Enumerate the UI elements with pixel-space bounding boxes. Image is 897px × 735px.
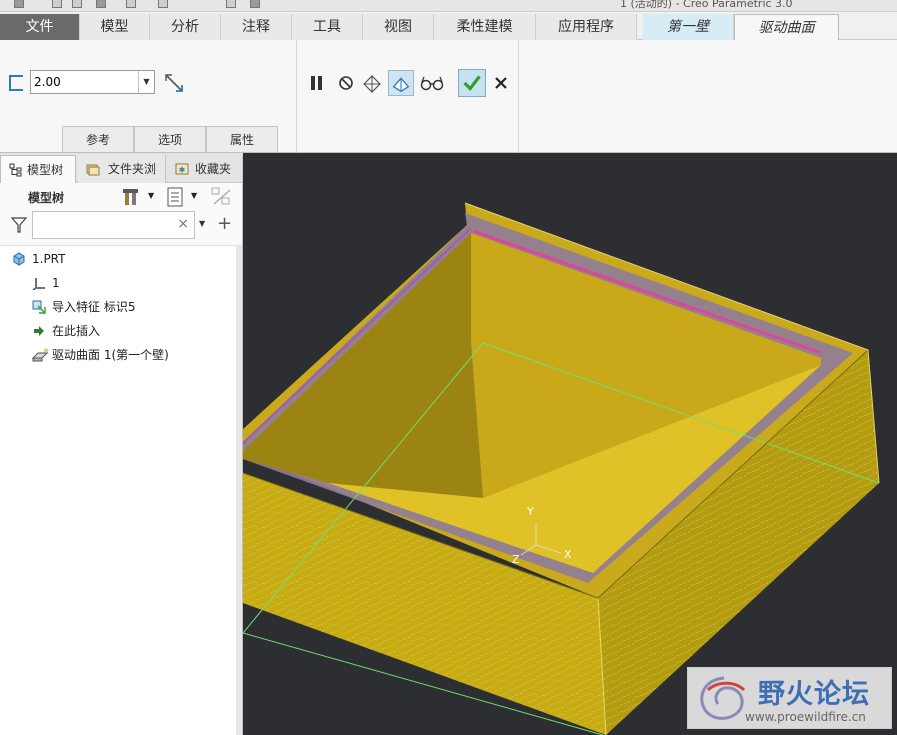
subtab-properties[interactable]: 属性 (206, 126, 278, 152)
part-icon (13, 252, 25, 266)
watermark-url: www.proewildfire.cn (745, 710, 866, 724)
show-dropdown-icon[interactable]: ▼ (191, 191, 197, 200)
tab-first-wall[interactable]: 第一壁 (643, 14, 734, 40)
tab-flexible-modeling[interactable]: 柔性建模 (434, 14, 536, 40)
tab-model-tree[interactable]: 模型树 (0, 155, 76, 183)
tab-drive-surface[interactable]: 驱动曲面 (734, 14, 839, 41)
tab-model-tree-label: 模型树 (27, 163, 64, 177)
regenerate-icon[interactable] (226, 0, 236, 8)
attach-preview-icon[interactable] (360, 72, 384, 94)
graphics-viewport[interactable]: Y X Z (243, 153, 897, 735)
tree-item-label: 导入特征 标识5 (52, 300, 136, 314)
favorites-icon: ✱ (175, 163, 189, 175)
tab-model[interactable]: 模型 (80, 14, 150, 40)
pause-icon[interactable] (305, 72, 329, 94)
watermark-title: 野火论坛 (758, 679, 870, 710)
redo-icon[interactable] (158, 0, 168, 8)
window-title: 1 (活动的) - Creo Parametric 3.0 (620, 0, 793, 10)
tree-item-label: 1.PRT (32, 252, 66, 266)
tree-search-box[interactable]: × (32, 211, 195, 239)
sheetmetal-box-model[interactable] (243, 153, 897, 735)
tree-search-input[interactable] (33, 212, 173, 238)
thickness-icon (9, 75, 23, 91)
tab-folder-browser-label: 文件夹浏 (108, 162, 157, 176)
subtab-references[interactable]: 参考 (62, 126, 134, 152)
verify-glasses-icon[interactable] (418, 72, 446, 94)
tree-item-label: 驱动曲面 1(第一个壁) (52, 348, 169, 362)
tab-annotate[interactable]: 注释 (221, 14, 292, 40)
ribbon-panel: ▼ (0, 40, 897, 153)
tab-analysis[interactable]: 分析 (150, 14, 221, 40)
tree-settings-tools-icon[interactable] (122, 186, 142, 208)
ribbon-separator (296, 40, 297, 153)
triad-y-label: Y (527, 505, 534, 518)
thickness-dropdown-icon[interactable]: ▼ (138, 71, 154, 93)
cancel-x-button[interactable] (490, 72, 512, 94)
insert-here-arrow-icon (34, 326, 44, 336)
triad-z-label: Z (512, 553, 520, 566)
open-file-icon[interactable] (72, 0, 82, 8)
inner-left-wall (243, 233, 483, 498)
new-file-icon[interactable] (52, 0, 62, 8)
undo-icon[interactable] (126, 0, 136, 8)
watermark-badge: 野火论坛 www.proewildfire.cn (687, 667, 892, 729)
tree-item-label: 在此插入 (52, 324, 101, 338)
tree-item-label: 1 (52, 276, 60, 290)
ribbon-separator (518, 40, 519, 153)
pin-tree-icon[interactable] (210, 186, 234, 208)
save-icon[interactable] (96, 0, 106, 8)
svg-text:✱: ✱ (179, 166, 186, 175)
ribbon-tabs: 文件 模型 分析 注释 工具 视图 柔性建模 应用程序 第一壁 驱动曲面 (0, 12, 897, 41)
tab-applications[interactable]: 应用程序 (536, 14, 637, 40)
feature-preview-icon[interactable] (388, 70, 414, 96)
thickness-input[interactable]: ▼ (30, 70, 155, 94)
filter-icon[interactable] (11, 216, 27, 234)
show-list-icon[interactable] (166, 186, 184, 208)
model-tree-icon (9, 163, 22, 177)
flip-direction-icon[interactable] (163, 72, 185, 94)
clear-search-icon[interactable]: × (177, 216, 189, 232)
model-tree: 1.PRT 1 导入特征 标识5 在此插入 ※ 驱动曲面 1(第一个壁) (0, 245, 238, 735)
drive-surface-icon: ※ (32, 348, 49, 362)
navigator-tabs: 模型树 文件夹浏 ✱ 收藏夹 (0, 153, 243, 183)
thickness-value-field[interactable] (31, 71, 139, 93)
add-filter-icon[interactable]: + (217, 213, 232, 234)
model-tree-header: 模型树 (28, 191, 65, 205)
import-feature-icon (32, 300, 46, 314)
close-window-icon[interactable] (250, 0, 260, 8)
tree-settings-dropdown-icon[interactable]: ▼ (148, 191, 154, 200)
app-window: 1 (活动的) - Creo Parametric 3.0 文件 模型 分析 注… (0, 0, 897, 735)
csys-icon (32, 278, 45, 290)
tab-favorites[interactable]: ✱ 收藏夹 (167, 155, 243, 183)
tab-file[interactable]: 文件 (0, 14, 80, 40)
tab-folder-browser[interactable]: 文件夹浏 (78, 155, 166, 183)
tab-tools[interactable]: 工具 (292, 14, 363, 40)
svg-text:※: ※ (43, 348, 49, 355)
tab-view[interactable]: 视图 (363, 14, 434, 40)
search-dropdown-icon[interactable]: ▼ (199, 219, 205, 228)
no-preview-icon[interactable] (335, 72, 359, 94)
ok-checkmark-button[interactable] (458, 69, 486, 97)
tree-scrollbar[interactable] (236, 245, 242, 735)
title-bar: 1 (活动的) - Creo Parametric 3.0 (0, 0, 897, 12)
model-tree-panel: 模型树 ▼ ▼ × ▼ + 1.PRT 1 导入特征 标识5 在此插入 ※ 驱动… (0, 183, 243, 735)
app-icon (14, 0, 24, 8)
folder-browser-icon (86, 164, 100, 176)
triad-x-label: X (564, 548, 572, 561)
subtab-options[interactable]: 选项 (134, 126, 206, 152)
tab-favorites-label: 收藏夹 (195, 162, 232, 176)
